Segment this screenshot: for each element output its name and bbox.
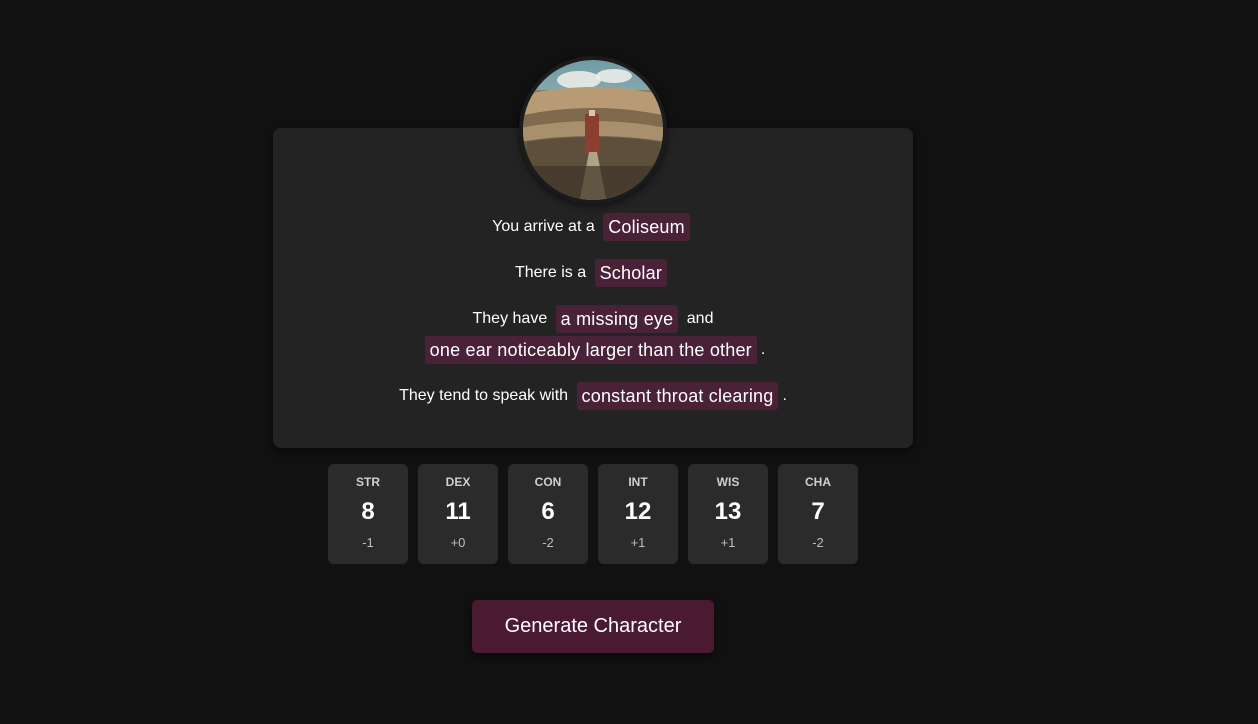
location-line: You arrive at a Coliseum — [273, 212, 913, 242]
features-line: They have a missing eye and — [273, 304, 913, 334]
location-prefix: You arrive at a — [492, 218, 595, 235]
stat-modifier: -2 — [542, 535, 554, 550]
stat-value: 11 — [445, 498, 471, 525]
stat-con: CON 6 -2 — [508, 464, 588, 564]
coliseum-image — [519, 56, 667, 204]
speech-suffix: . — [782, 386, 787, 404]
stat-dex: DEX 11 +0 — [418, 464, 498, 564]
stat-name: DEX — [445, 475, 471, 489]
stat-value: 8 — [361, 498, 375, 525]
speech-line: They tend to speak with constant throat … — [273, 381, 913, 411]
stat-value: 13 — [714, 498, 742, 525]
stat-modifier: +1 — [630, 535, 646, 550]
ability-stats: STR 8 -1 DEX 11 +0 CON 6 -2 INT 12 +1 WI… — [328, 464, 858, 564]
stat-modifier: -2 — [812, 535, 824, 550]
stat-name: CON — [534, 475, 562, 489]
stat-modifier: +0 — [450, 535, 466, 550]
person-prefix: There is a — [514, 264, 587, 282]
stat-modifier: +1 — [720, 535, 736, 550]
stat-name: CHA — [805, 475, 831, 489]
features-line-2: one ear noticeably larger than the other… — [273, 335, 913, 365]
stat-modifier: -1 — [362, 535, 374, 550]
stat-name: STR — [356, 475, 380, 489]
generate-character-button[interactable]: Generate Character — [472, 600, 714, 653]
stat-value: 7 — [811, 498, 825, 525]
location-avatar — [519, 56, 667, 204]
stat-wis: WIS 13 +1 — [688, 464, 768, 564]
speech-prefix: They tend to speak with — [399, 386, 569, 404]
features-suffix: . — [760, 340, 766, 358]
speech-tag[interactable]: constant throat clearing — [576, 381, 779, 410]
feature-tag-2[interactable]: one ear noticeably larger than the other — [424, 335, 757, 364]
character-description: You arrive at a Coliseum There is a Scho… — [273, 212, 913, 427]
features-prefix: They have — [472, 310, 548, 328]
stat-str: STR 8 -1 — [328, 464, 408, 564]
stat-cha: CHA 7 -2 — [778, 464, 858, 564]
features-joiner: and — [686, 310, 714, 328]
stat-value: 12 — [624, 498, 652, 525]
person-line: There is a Scholar — [273, 258, 913, 288]
stat-name: WIS — [716, 475, 740, 489]
app-stage: You arrive at a Coliseum There is a Scho… — [0, 0, 1258, 724]
person-tag[interactable]: Scholar — [594, 259, 668, 288]
location-tag[interactable]: Coliseum — [603, 213, 690, 241]
stat-int: INT 12 +1 — [598, 464, 678, 564]
stat-value: 6 — [541, 498, 555, 525]
feature-tag-1[interactable]: a missing eye — [555, 305, 679, 334]
stat-name: INT — [628, 475, 648, 489]
